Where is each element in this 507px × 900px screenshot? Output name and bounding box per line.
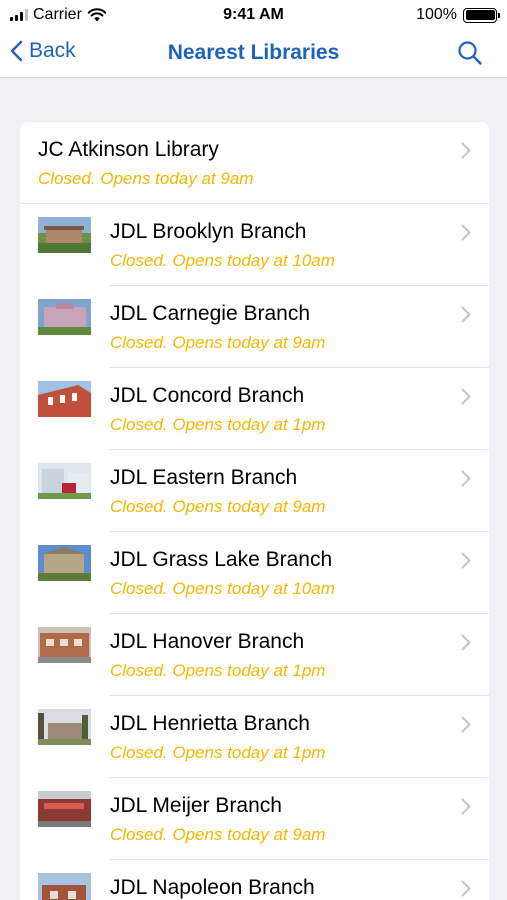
chevron-right-icon	[461, 552, 471, 569]
branch-photo	[38, 791, 91, 827]
list-item-hanover[interactable]: JDL Hanover Branch Closed. Opens today a…	[20, 614, 489, 696]
library-name: JDL Carnegie Branch	[110, 302, 310, 325]
list-item-napoleon[interactable]: JDL Napoleon Branch	[20, 860, 489, 900]
chevron-right-icon	[461, 798, 471, 815]
library-status: Closed. Opens today at 1pm	[110, 415, 326, 434]
library-name: JDL Concord Branch	[110, 384, 305, 407]
list-item-jc-atkinson[interactable]: JC Atkinson Library Closed. Opens today …	[20, 122, 489, 204]
library-name: JDL Brooklyn Branch	[110, 220, 307, 243]
status-bar-right: 100%	[416, 6, 500, 24]
library-status: Closed. Opens today at 1pm	[110, 743, 326, 762]
chevron-right-icon	[461, 470, 471, 487]
library-status: Closed. Opens today at 10am	[110, 251, 335, 270]
library-name: JDL Eastern Branch	[110, 466, 298, 489]
library-name: JDL Grass Lake Branch	[110, 548, 333, 571]
branch-photo	[38, 627, 91, 663]
library-status: Closed. Opens today at 9am	[110, 825, 326, 844]
chevron-right-icon	[461, 142, 471, 159]
list-item-concord[interactable]: JDL Concord Branch Closed. Opens today a…	[20, 368, 489, 450]
list-item-eastern[interactable]: JDL Eastern Branch Closed. Opens today a…	[20, 450, 489, 532]
chevron-right-icon	[461, 224, 471, 241]
chevron-right-icon	[461, 306, 471, 323]
library-name: JDL Hanover Branch	[110, 630, 305, 653]
branch-photo	[38, 709, 91, 745]
list-item-henrietta[interactable]: JDL Henrietta Branch Closed. Opens today…	[20, 696, 489, 778]
branch-photo	[38, 545, 91, 581]
status-bar: Carrier 9:41 AM 100%	[0, 0, 507, 30]
branch-photo	[38, 217, 91, 253]
library-status: Closed. Opens today at 1pm	[110, 661, 326, 680]
library-name: JDL Henrietta Branch	[110, 712, 310, 735]
branch-photo	[38, 381, 91, 417]
branch-photo	[38, 463, 91, 499]
library-name: JC Atkinson Library	[38, 138, 219, 161]
branch-photo	[38, 873, 91, 900]
navigation-bar: Back Nearest Libraries	[0, 30, 507, 78]
battery-percent: 100%	[416, 6, 457, 23]
list-item-grass-lake[interactable]: JDL Grass Lake Branch Closed. Opens toda…	[20, 532, 489, 614]
library-name: JDL Meijer Branch	[110, 794, 282, 817]
chevron-right-icon	[461, 716, 471, 733]
chevron-right-icon	[461, 880, 471, 897]
page-title: Nearest Libraries	[167, 41, 340, 64]
list-item-carnegie[interactable]: JDL Carnegie Branch Closed. Opens today …	[20, 286, 489, 368]
library-status: Closed. Opens today at 9am	[38, 169, 254, 188]
library-status: Closed. Opens today at 10am	[110, 579, 335, 598]
library-list: JC Atkinson Library Closed. Opens today …	[20, 122, 489, 900]
list-item-meijer[interactable]: JDL Meijer Branch Closed. Opens today at…	[20, 778, 489, 860]
library-name: JDL Napoleon Branch	[110, 876, 315, 899]
library-status: Closed. Opens today at 9am	[110, 497, 326, 516]
branch-photo	[38, 299, 91, 335]
chevron-right-icon	[461, 388, 471, 405]
library-status: Closed. Opens today at 9am	[110, 333, 326, 352]
chevron-right-icon	[461, 634, 471, 651]
list-item-brooklyn[interactable]: JDL Brooklyn Branch Closed. Opens today …	[20, 204, 489, 286]
battery-icon	[463, 7, 500, 23]
search-icon[interactable]	[457, 40, 483, 66]
